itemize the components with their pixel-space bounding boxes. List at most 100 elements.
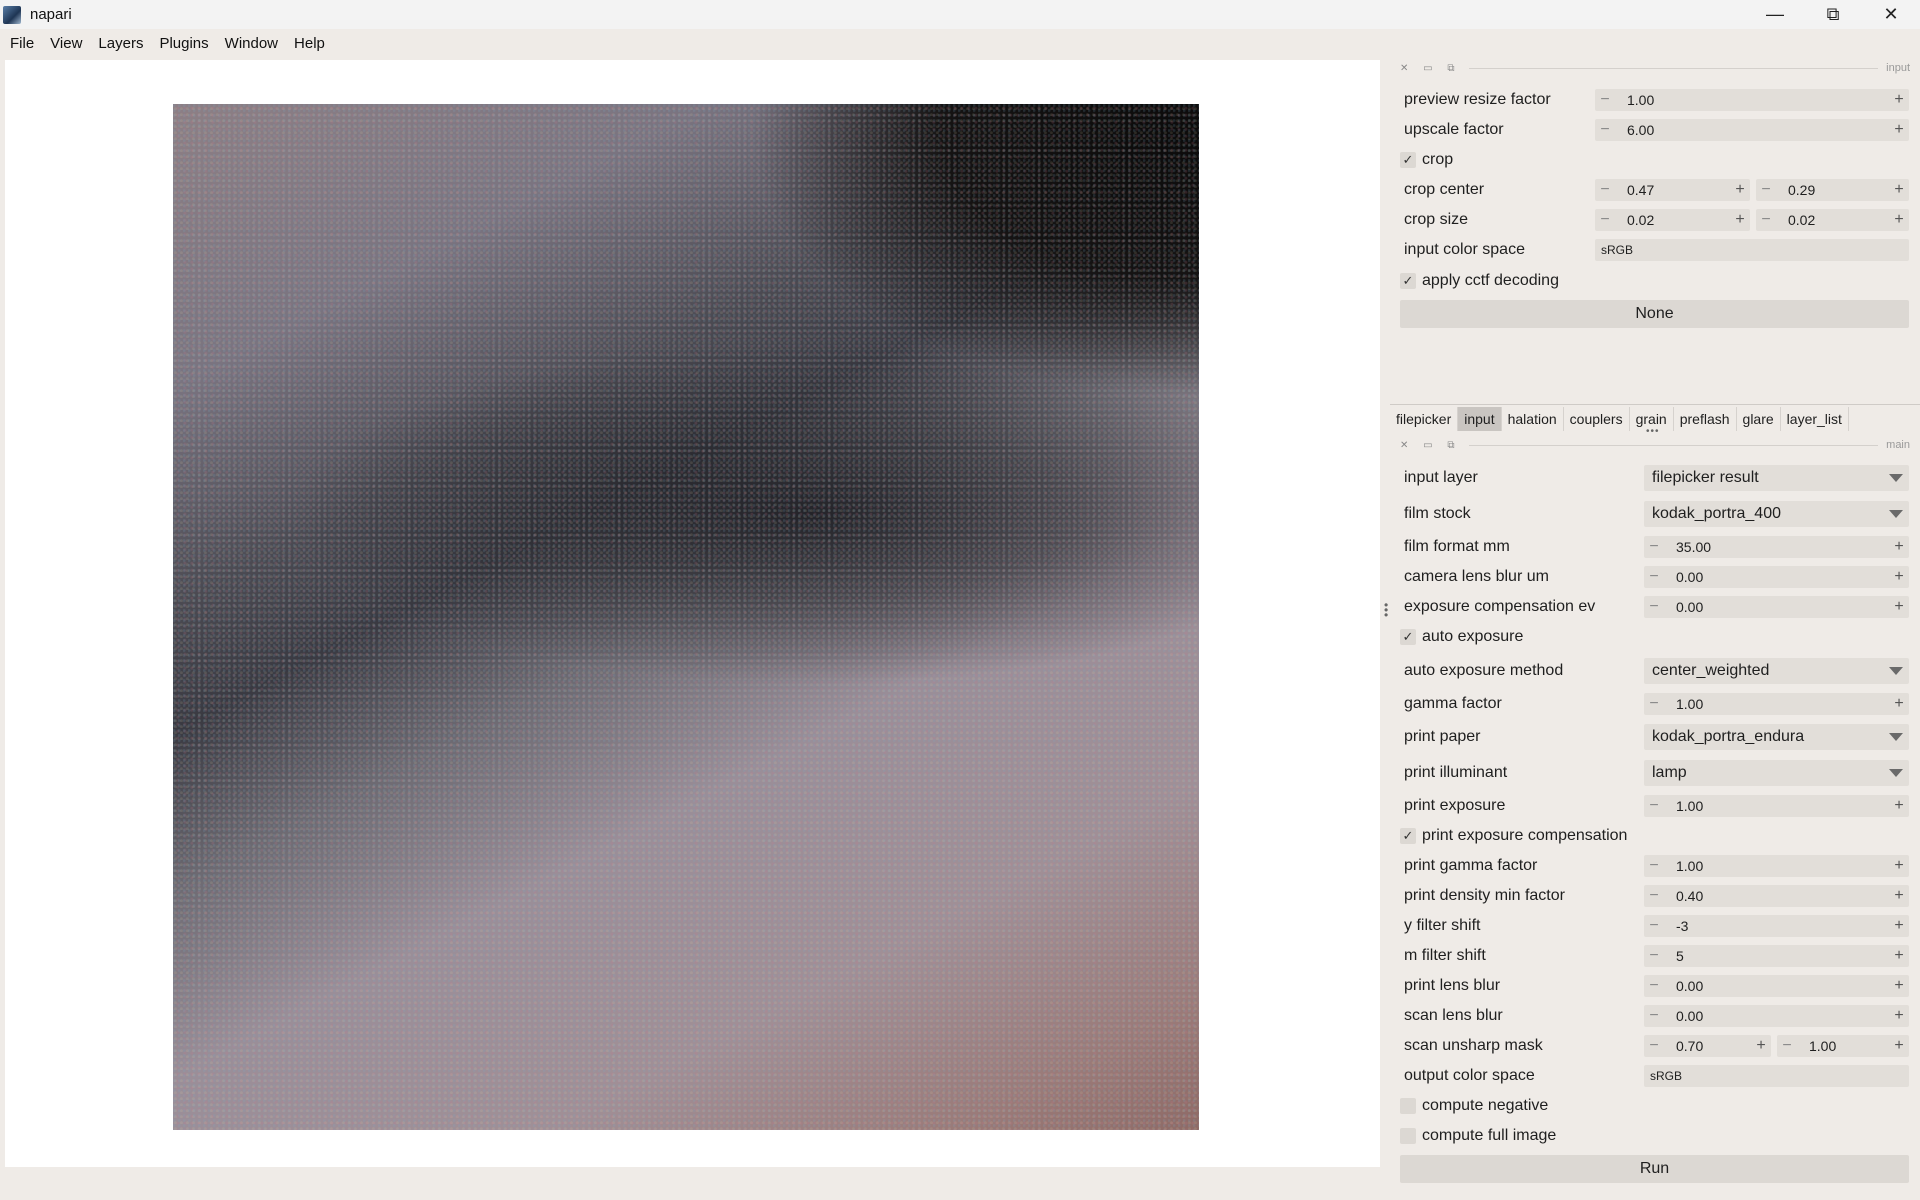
input-result-button[interactable]: None xyxy=(1400,300,1909,328)
decrement-icon[interactable]: − xyxy=(1644,977,1664,995)
crop-checkbox-row[interactable]: ✓ crop xyxy=(1400,147,1905,173)
checkbox-checked-icon[interactable]: ✓ xyxy=(1400,152,1416,168)
input-color-space-field[interactable]: sRGB xyxy=(1595,239,1909,261)
decrement-icon[interactable]: − xyxy=(1644,887,1664,905)
increment-icon[interactable]: + xyxy=(1889,977,1909,995)
crop-size-x-spinbox[interactable]: − 0.02 + xyxy=(1595,209,1750,231)
decrement-icon[interactable]: − xyxy=(1644,947,1664,965)
tab-filepicker[interactable]: filepicker xyxy=(1390,406,1459,431)
decrement-icon[interactable]: − xyxy=(1756,211,1776,229)
checkbox-checked-icon[interactable]: ✓ xyxy=(1400,273,1416,289)
decrement-icon[interactable]: − xyxy=(1644,695,1664,713)
close-icon[interactable]: ✕ xyxy=(1862,0,1920,29)
dock-controls-icon[interactable]: ✕ ▭ ⧉ xyxy=(1400,63,1461,74)
print-illuminant-dropdown[interactable]: lamp xyxy=(1644,760,1909,786)
scan-lens-blur-spinbox[interactable]: − 0.00 + xyxy=(1644,1005,1909,1027)
decrement-icon[interactable]: − xyxy=(1644,568,1664,586)
increment-icon[interactable]: + xyxy=(1889,1007,1909,1025)
decrement-icon[interactable]: − xyxy=(1644,797,1664,815)
increment-icon[interactable]: + xyxy=(1889,917,1909,935)
m-filter-shift-spinbox[interactable]: − 5 + xyxy=(1644,945,1909,967)
increment-icon[interactable]: + xyxy=(1889,887,1909,905)
film-format-spinbox[interactable]: − 35.00 + xyxy=(1644,536,1909,558)
decrement-icon[interactable]: − xyxy=(1644,1037,1664,1055)
menu-help[interactable]: Help xyxy=(288,35,331,52)
print-paper-dropdown[interactable]: kodak_portra_endura xyxy=(1644,724,1909,750)
increment-icon[interactable]: + xyxy=(1889,598,1909,616)
input-dock-titlebar[interactable]: ✕ ▭ ⧉ input xyxy=(1400,62,1910,74)
film-stock-dropdown[interactable]: kodak_portra_400 xyxy=(1644,501,1909,527)
decrement-icon[interactable]: − xyxy=(1644,538,1664,556)
checkbox-unchecked-icon[interactable] xyxy=(1400,1098,1416,1114)
decrement-icon[interactable]: − xyxy=(1644,598,1664,616)
tab-preflash[interactable]: preflash xyxy=(1674,406,1737,431)
increment-icon[interactable]: + xyxy=(1889,538,1909,556)
increment-icon[interactable]: + xyxy=(1889,211,1909,229)
auto-exposure-method-dropdown[interactable]: center_weighted xyxy=(1644,658,1909,684)
menu-view[interactable]: View xyxy=(44,35,88,52)
print-exposure-comp-row[interactable]: ✓ print exposure compensation xyxy=(1400,823,1905,849)
menu-window[interactable]: Window xyxy=(219,35,284,52)
tab-input[interactable]: input xyxy=(1458,406,1502,431)
dock-controls-icon[interactable]: ✕ ▭ ⧉ xyxy=(1400,440,1461,451)
decrement-icon[interactable]: − xyxy=(1644,857,1664,875)
output-color-space-field[interactable]: sRGB xyxy=(1644,1065,1909,1087)
print-lens-blur-spinbox[interactable]: − 0.00 + xyxy=(1644,975,1909,997)
tab-glare[interactable]: glare xyxy=(1737,406,1781,431)
compute-negative-row[interactable]: compute negative xyxy=(1400,1093,1905,1119)
print-exposure-spinbox[interactable]: − 1.00 + xyxy=(1644,795,1909,817)
main-dock-titlebar[interactable]: ✕ ▭ ⧉ main xyxy=(1400,439,1910,451)
increment-icon[interactable]: + xyxy=(1889,181,1909,199)
decrement-icon[interactable]: − xyxy=(1595,91,1615,109)
tab-halation[interactable]: halation xyxy=(1502,406,1564,431)
decrement-icon[interactable]: − xyxy=(1756,181,1776,199)
decrement-icon[interactable]: − xyxy=(1595,181,1615,199)
decrement-icon[interactable]: − xyxy=(1777,1037,1797,1055)
menu-layers[interactable]: Layers xyxy=(92,35,149,52)
gamma-factor-spinbox[interactable]: − 1.00 + xyxy=(1644,693,1909,715)
tab-layer-list[interactable]: layer_list xyxy=(1781,406,1849,431)
crop-size-y-spinbox[interactable]: − 0.02 + xyxy=(1756,209,1909,231)
auto-exposure-row[interactable]: ✓ auto exposure xyxy=(1400,624,1905,650)
print-density-min-spinbox[interactable]: − 0.40 + xyxy=(1644,885,1909,907)
minimize-icon[interactable]: — xyxy=(1746,0,1804,29)
scan-unsharp-a-spinbox[interactable]: − 0.70 + xyxy=(1644,1035,1771,1057)
increment-icon[interactable]: + xyxy=(1889,695,1909,713)
tab-couplers[interactable]: couplers xyxy=(1564,406,1630,431)
decrement-icon[interactable]: − xyxy=(1595,121,1615,139)
exposure-comp-spinbox[interactable]: − 0.00 + xyxy=(1644,596,1909,618)
apply-cctf-row[interactable]: ✓ apply cctf decoding xyxy=(1400,268,1905,294)
camera-lens-blur-spinbox[interactable]: − 0.00 + xyxy=(1644,566,1909,588)
run-button[interactable]: Run xyxy=(1400,1155,1909,1183)
print-gamma-spinbox[interactable]: − 1.00 + xyxy=(1644,855,1909,877)
increment-icon[interactable]: + xyxy=(1889,121,1909,139)
compute-full-image-row[interactable]: compute full image xyxy=(1400,1123,1905,1149)
checkbox-unchecked-icon[interactable] xyxy=(1400,1128,1416,1144)
checkbox-checked-icon[interactable]: ✓ xyxy=(1400,629,1416,645)
menu-file[interactable]: File xyxy=(4,35,40,52)
restore-icon[interactable]: ⧉ xyxy=(1804,0,1862,29)
input-layer-dropdown[interactable]: filepicker result xyxy=(1644,465,1909,491)
y-filter-shift-spinbox[interactable]: − -3 + xyxy=(1644,915,1909,937)
increment-icon[interactable]: + xyxy=(1889,568,1909,586)
increment-icon[interactable]: + xyxy=(1751,1037,1771,1055)
increment-icon[interactable]: + xyxy=(1889,857,1909,875)
scan-unsharp-b-spinbox[interactable]: − 1.00 + xyxy=(1777,1035,1909,1057)
crop-center-y-spinbox[interactable]: − 0.29 + xyxy=(1756,179,1909,201)
increment-icon[interactable]: + xyxy=(1730,211,1750,229)
increment-icon[interactable]: + xyxy=(1889,797,1909,815)
decrement-icon[interactable]: − xyxy=(1644,1007,1664,1025)
preview-resize-spinbox[interactable]: − 1.00 + xyxy=(1595,89,1909,111)
upscale-factor-spinbox[interactable]: − 6.00 + xyxy=(1595,119,1909,141)
decrement-icon[interactable]: − xyxy=(1595,211,1615,229)
menu-plugins[interactable]: Plugins xyxy=(153,35,214,52)
tab-drag-handle-icon[interactable]: ••• xyxy=(1646,426,1660,437)
crop-center-x-spinbox[interactable]: − 0.47 + xyxy=(1595,179,1750,201)
checkbox-checked-icon[interactable]: ✓ xyxy=(1400,828,1416,844)
viewer-canvas[interactable] xyxy=(5,60,1380,1167)
decrement-icon[interactable]: − xyxy=(1644,917,1664,935)
increment-icon[interactable]: + xyxy=(1889,91,1909,109)
increment-icon[interactable]: + xyxy=(1889,947,1909,965)
increment-icon[interactable]: + xyxy=(1730,181,1750,199)
splitter-handle-icon[interactable]: • • • xyxy=(1384,599,1388,621)
